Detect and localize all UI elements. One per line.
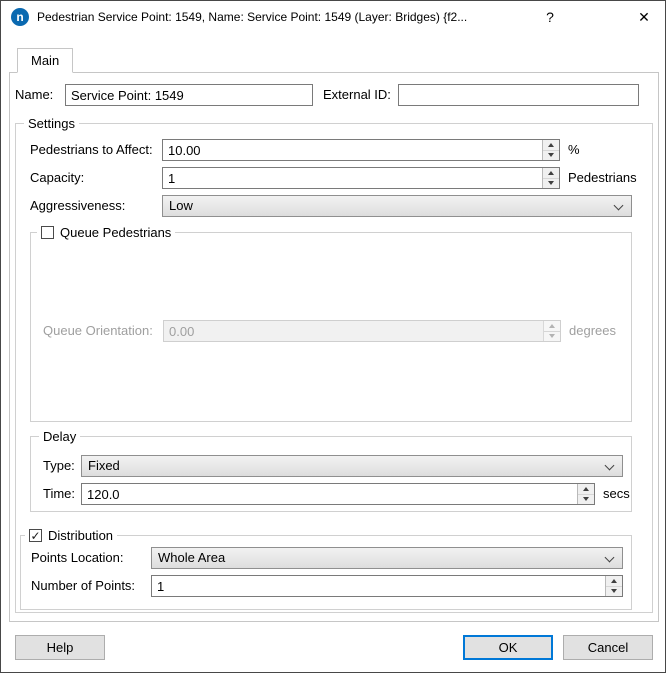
- points-location-value: Whole Area: [158, 548, 598, 568]
- pedestrians-to-affect-label: Pedestrians to Affect:: [30, 139, 153, 161]
- spin-down-icon: [611, 589, 617, 593]
- delay-time-label: Time:: [43, 483, 75, 505]
- queue-orientation-spinbox: [163, 320, 561, 342]
- titlebar-help-button[interactable]: ?: [535, 1, 565, 33]
- close-button[interactable]: ✕: [629, 1, 659, 33]
- spin-down-button[interactable]: [543, 179, 559, 189]
- spin-down-button[interactable]: [543, 151, 559, 161]
- delay-type-dropdown[interactable]: Fixed: [81, 455, 623, 477]
- distribution-checkbox[interactable]: ✓: [29, 529, 42, 542]
- spin-up-button[interactable]: [606, 576, 622, 587]
- queue-pedestrians-group: Queue Pedestrians Queue Orientation: deg…: [30, 232, 632, 422]
- capacity-label: Capacity:: [30, 167, 84, 189]
- distribution-checkbox-row: ✓ Distribution: [25, 527, 117, 544]
- queue-orientation-input: [163, 320, 561, 342]
- delay-type-label: Type:: [43, 455, 75, 477]
- spin-buttons: [605, 576, 622, 596]
- delay-group: Delay Type: Fixed Time: secs: [30, 436, 632, 512]
- title-bar: n Pedestrian Service Point: 1549, Name: …: [1, 1, 665, 33]
- spin-down-icon: [548, 153, 554, 157]
- spin-up-icon: [583, 487, 589, 491]
- spin-buttons: [577, 484, 594, 504]
- number-of-points-input[interactable]: [151, 575, 623, 597]
- delay-type-value: Fixed: [88, 456, 598, 476]
- spin-up-button: [544, 321, 560, 332]
- spin-up-icon: [548, 171, 554, 175]
- name-input[interactable]: [65, 84, 313, 106]
- spin-up-button[interactable]: [578, 484, 594, 495]
- spin-up-icon: [611, 579, 617, 583]
- queue-orientation-label: Queue Orientation:: [43, 320, 153, 342]
- capacity-input[interactable]: [162, 167, 560, 189]
- spin-down-icon: [549, 334, 555, 338]
- chevron-down-icon: [605, 461, 615, 471]
- points-location-label: Points Location:: [31, 547, 124, 569]
- cancel-button[interactable]: Cancel: [563, 635, 653, 660]
- pedestrians-to-affect-spinbox: [162, 139, 560, 161]
- dialog-window: n Pedestrian Service Point: 1549, Name: …: [0, 0, 666, 673]
- app-icon: n: [11, 8, 29, 26]
- number-of-points-spinbox: [151, 575, 623, 597]
- spin-up-icon: [549, 324, 555, 328]
- distribution-group: ✓ Distribution Points Location: Whole Ar…: [20, 535, 632, 610]
- capacity-suffix: Pedestrians: [568, 167, 637, 189]
- delay-time-input[interactable]: [81, 483, 595, 505]
- aggressiveness-value: Low: [169, 196, 607, 216]
- spin-buttons: [542, 140, 559, 160]
- capacity-spinbox: [162, 167, 560, 189]
- spin-buttons: [543, 321, 560, 341]
- delay-time-suffix: secs: [603, 483, 630, 505]
- spin-down-icon: [548, 181, 554, 185]
- pedestrians-to-affect-suffix: %: [568, 139, 580, 161]
- spin-down-button[interactable]: [578, 495, 594, 505]
- spin-down-button[interactable]: [606, 587, 622, 597]
- queue-pedestrians-checkbox[interactable]: [41, 226, 54, 239]
- spin-down-button: [544, 332, 560, 342]
- settings-group: Settings Pedestrians to Affect: % Capaci…: [15, 123, 653, 613]
- help-button[interactable]: Help: [15, 635, 105, 660]
- queue-pedestrians-checkbox-row: Queue Pedestrians: [37, 224, 175, 241]
- number-of-points-label: Number of Points:: [31, 575, 135, 597]
- points-location-dropdown[interactable]: Whole Area: [151, 547, 623, 569]
- delay-time-spinbox: [81, 483, 595, 505]
- external-id-input[interactable]: [398, 84, 639, 106]
- pedestrians-to-affect-input[interactable]: [162, 139, 560, 161]
- window-title: Pedestrian Service Point: 1549, Name: Se…: [37, 1, 535, 33]
- spin-up-button[interactable]: [543, 140, 559, 151]
- queue-pedestrians-label: Queue Pedestrians: [60, 224, 171, 241]
- queue-orientation-suffix: degrees: [569, 320, 616, 342]
- ok-button[interactable]: OK: [463, 635, 553, 660]
- spin-up-icon: [548, 143, 554, 147]
- settings-group-title: Settings: [24, 115, 79, 132]
- name-label: Name:: [15, 84, 53, 106]
- spin-buttons: [542, 168, 559, 188]
- tab-main[interactable]: Main: [17, 48, 73, 73]
- distribution-label: Distribution: [48, 527, 113, 544]
- chevron-down-icon: [605, 553, 615, 563]
- aggressiveness-label: Aggressiveness:: [30, 195, 125, 217]
- chevron-down-icon: [614, 201, 624, 211]
- external-id-label: External ID:: [323, 84, 391, 106]
- spin-up-button[interactable]: [543, 168, 559, 179]
- delay-group-title: Delay: [39, 428, 80, 445]
- spin-down-icon: [583, 497, 589, 501]
- aggressiveness-dropdown[interactable]: Low: [162, 195, 632, 217]
